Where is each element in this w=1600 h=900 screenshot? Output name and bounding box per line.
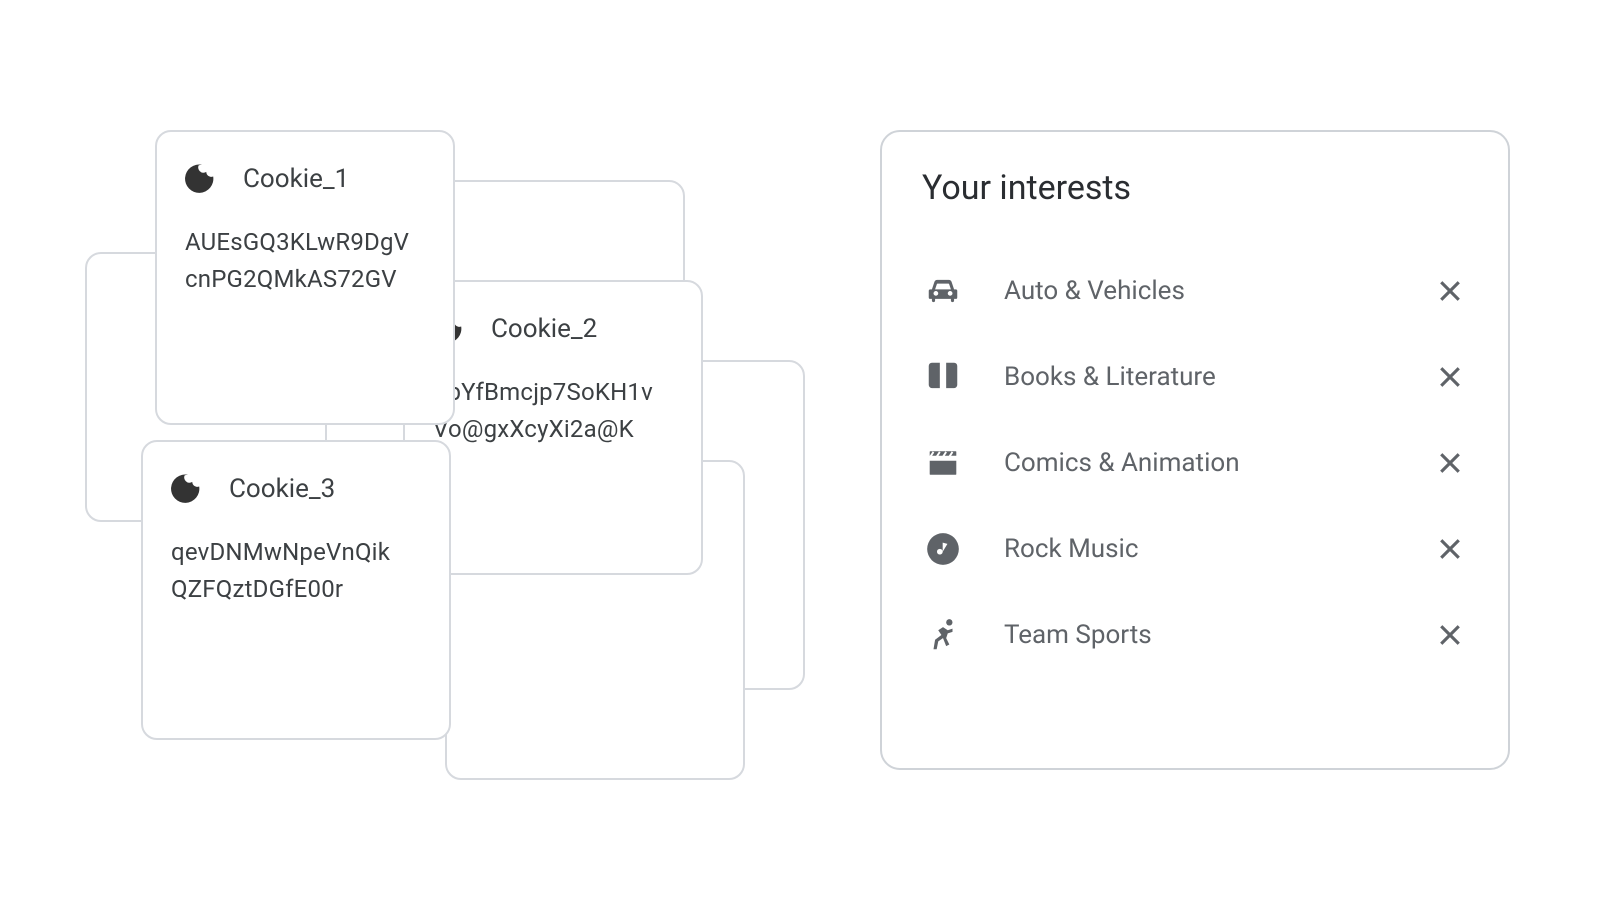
- cookie-card-1: Cookie_1 AUEsGQ3KLwR9DgVcnPG2QMkAS72GV: [155, 130, 455, 425]
- interests-heading: Your interests: [922, 168, 1468, 208]
- remove-interest-button[interactable]: [1432, 273, 1468, 309]
- interest-label: Team Sports: [1004, 620, 1392, 650]
- cookie-card-3: Cookie_3 qevDNMwNpeVnQikQZFQztDGfE00r: [141, 440, 451, 740]
- cookie-value: AUEsGQ3KLwR9DgVcnPG2QMkAS72GV: [185, 224, 425, 298]
- cookie-title: Cookie_3: [229, 474, 335, 504]
- remove-interest-button[interactable]: [1432, 531, 1468, 567]
- cookie-icon: [171, 472, 205, 506]
- interest-label: Books & Literature: [1004, 362, 1392, 392]
- cookie-title: Cookie_1: [243, 164, 349, 194]
- music-icon: [922, 528, 964, 570]
- interest-row-sports: Team Sports: [922, 592, 1468, 678]
- interest-label: Auto & Vehicles: [1004, 276, 1392, 306]
- interest-row-auto: Auto & Vehicles: [922, 248, 1468, 334]
- cookie-value: SbYfBmcjp7SoKH1vVo@gxXcyXi2a@K: [433, 374, 673, 448]
- interests-panel: Your interests Auto & Vehicles Books & L…: [880, 130, 1510, 770]
- interest-row-books: Books & Literature: [922, 334, 1468, 420]
- remove-interest-button[interactable]: [1432, 359, 1468, 395]
- interest-label: Rock Music: [1004, 534, 1392, 564]
- interest-row-music: Rock Music: [922, 506, 1468, 592]
- car-icon: [922, 270, 964, 312]
- cookie-value: qevDNMwNpeVnQikQZFQztDGfE00r: [171, 534, 421, 608]
- interest-row-comics: Comics & Animation: [922, 420, 1468, 506]
- remove-interest-button[interactable]: [1432, 445, 1468, 481]
- interest-label: Comics & Animation: [1004, 448, 1392, 478]
- sport-icon: [922, 614, 964, 656]
- remove-interest-button[interactable]: [1432, 617, 1468, 653]
- book-icon: [922, 356, 964, 398]
- cookies-stack: Cookie_1 AUEsGQ3KLwR9DgVcnPG2QMkAS72GV C…: [85, 130, 785, 770]
- cookie-title: Cookie_2: [491, 314, 597, 344]
- cookie-icon: [185, 162, 219, 196]
- film-icon: [922, 442, 964, 484]
